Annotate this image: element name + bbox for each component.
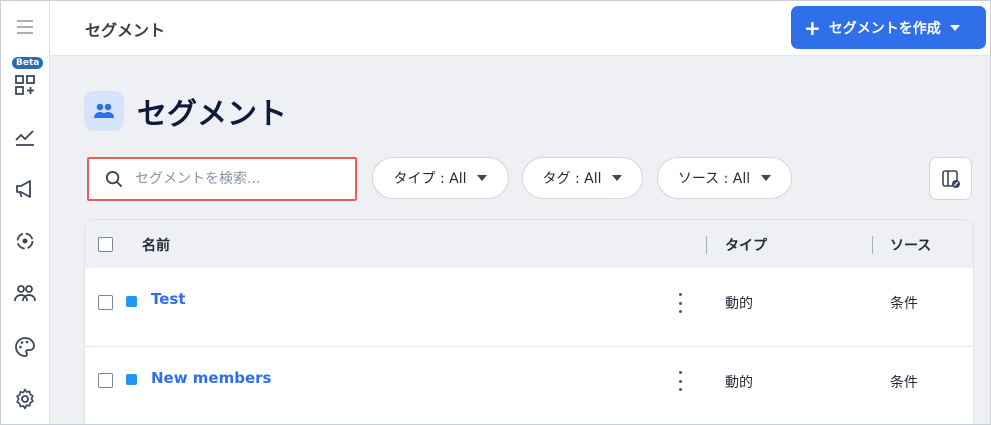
segments-table: 名前 タイプ ソース Test 動的 条件 New members 動的 条件 — [84, 219, 974, 424]
segment-color-swatch — [126, 296, 137, 307]
column-header-type[interactable]: タイプ — [725, 235, 767, 255]
automation-icon[interactable] — [9, 225, 41, 257]
search-icon — [105, 170, 123, 187]
people-icon[interactable] — [9, 277, 41, 309]
more-options-icon[interactable] — [677, 293, 683, 313]
create-segment-button[interactable]: + セグメントを作成 — [791, 6, 986, 49]
caret-down-icon — [949, 24, 960, 31]
source-filter[interactable]: ソース : All — [657, 157, 792, 199]
beta-badge: Beta — [12, 57, 44, 69]
segment-type: 動的 — [725, 375, 753, 391]
segment-people-icon — [84, 91, 124, 131]
top-bar: セグメント + セグメントを作成 — [50, 1, 990, 56]
type-filter[interactable]: タイプ : All — [372, 157, 509, 199]
column-divider — [706, 236, 707, 254]
type-filter-label: タイプ : All — [393, 171, 467, 187]
column-divider — [872, 236, 873, 254]
plus-icon: + — [804, 15, 821, 40]
sidebar: Beta — [1, 1, 50, 424]
row-checkbox[interactable] — [98, 295, 113, 310]
app-window: Beta セグメント + セグメントを作成 セグメント セグメントを検索... … — [0, 0, 991, 425]
search-input[interactable] — [133, 170, 337, 188]
palette-icon[interactable] — [9, 331, 41, 363]
apps-add-icon[interactable] — [9, 69, 41, 101]
column-header-source[interactable]: ソース — [890, 235, 931, 255]
create-segment-label: セグメントを作成 — [828, 20, 941, 37]
caret-down-icon — [612, 175, 623, 181]
page-title: セグメント — [137, 97, 287, 132]
top-bar-title: セグメント — [85, 21, 166, 40]
segment-color-swatch — [126, 374, 137, 385]
segment-source: 条件 — [890, 296, 918, 312]
table-header: 名前 タイプ ソース — [85, 220, 973, 268]
segment-name-link[interactable]: New members — [151, 369, 271, 387]
tag-filter[interactable]: タグ : All — [522, 157, 643, 199]
segment-source: 条件 — [890, 375, 918, 391]
source-filter-label: ソース : All — [677, 171, 751, 187]
column-header-name[interactable]: 名前 — [142, 235, 170, 255]
segment-type: 動的 — [725, 296, 753, 312]
search-box[interactable] — [87, 157, 357, 201]
analytics-icon[interactable] — [9, 121, 41, 153]
menu-icon[interactable] — [9, 11, 41, 43]
table-row: New members 動的 条件 — [85, 347, 973, 424]
megaphone-icon[interactable] — [9, 173, 41, 205]
caret-down-icon — [761, 175, 772, 181]
more-options-icon[interactable] — [677, 371, 683, 391]
column-settings-button[interactable] — [929, 157, 972, 200]
row-checkbox[interactable] — [98, 373, 113, 388]
segment-name-link[interactable]: Test — [151, 290, 186, 308]
select-all-checkbox[interactable] — [98, 237, 113, 252]
table-row: Test 動的 条件 — [85, 268, 973, 347]
gear-icon[interactable] — [9, 383, 41, 415]
tag-filter-label: タグ : All — [542, 171, 602, 187]
column-settings-icon — [941, 169, 960, 188]
caret-down-icon — [477, 175, 488, 181]
